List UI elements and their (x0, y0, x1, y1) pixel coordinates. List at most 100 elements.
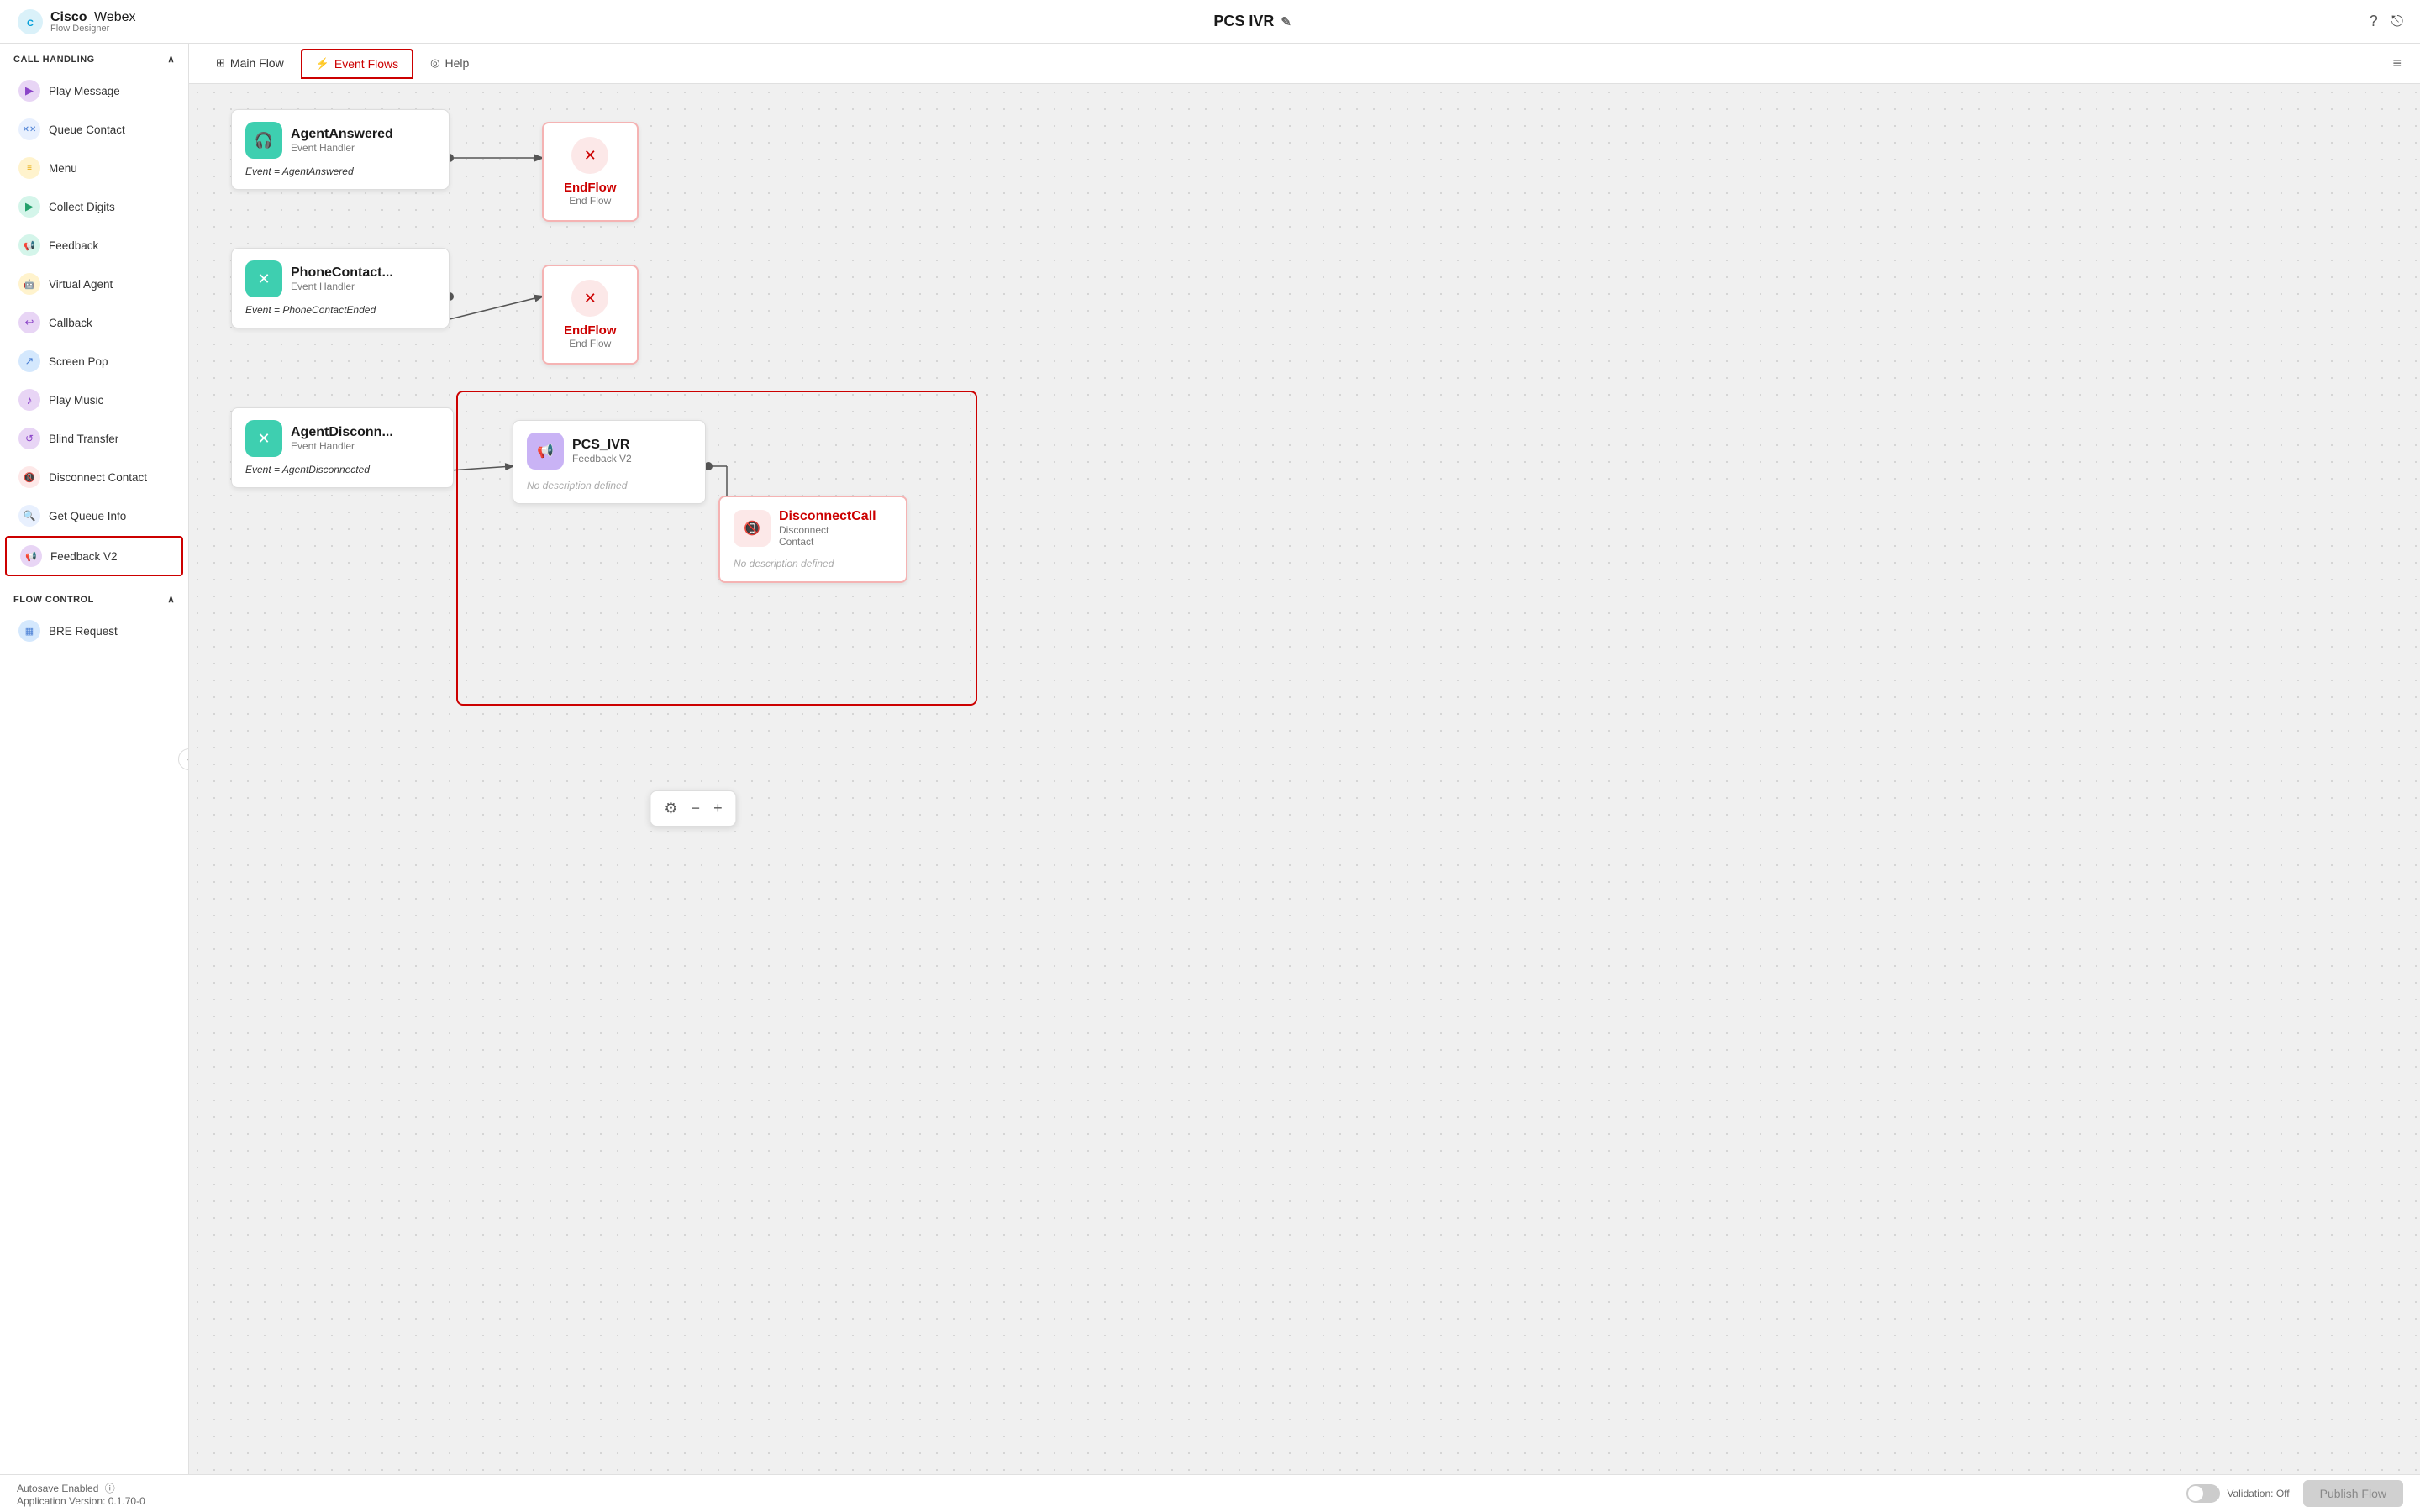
agent-answered-node[interactable]: 🎧 AgentAnswered Event Handler Event = Ag… (231, 109, 450, 190)
sidebar-item-label: Feedback (49, 239, 98, 252)
queue-contact-icon: ✕✕ (18, 118, 40, 140)
agent-answered-event: Event = AgentAnswered (232, 165, 449, 189)
sidebar-item-blind-transfer[interactable]: ↺ Blind Transfer (5, 420, 183, 457)
sidebar-item-feedback[interactable]: 📢 Feedback (5, 227, 183, 264)
agent-disconnected-event: Event = AgentDisconnected (232, 464, 453, 487)
help-tab-label: Help (445, 56, 469, 70)
canvas-zoom-out-button[interactable]: − (687, 796, 706, 821)
logo: C Cisco Webex Flow Designer (17, 8, 136, 35)
agent-disconnected-title: AgentDisconn... (291, 425, 393, 440)
help-button[interactable]: ? (2370, 13, 2378, 30)
flow-title-text: PCS IVR (1213, 13, 1274, 30)
phone-contact-node-icon: ✕ (245, 260, 282, 297)
agent-answered-node-icon: 🎧 (245, 122, 282, 159)
sidebar-item-label: Collect Digits (49, 201, 115, 213)
callback-icon: ↩ (18, 312, 40, 333)
edit-icon[interactable]: ✎ (1281, 14, 1292, 29)
sidebar-item-virtual-agent[interactable]: 🤖 Virtual Agent (5, 265, 183, 302)
svg-text:C: C (27, 18, 34, 29)
logo-cisco-text: Cisco (50, 10, 87, 24)
pcs-ivr-subtitle: Feedback V2 (572, 453, 632, 465)
content-area: ⊞ Main Flow ⚡ Event Flows ◎ Help ≡ (189, 44, 2420, 1474)
disconnect-contact-icon: 📵 (18, 466, 40, 488)
sidebar-item-label: Blind Transfer (49, 433, 118, 445)
collapse-sidebar-button[interactable]: ‹ (178, 748, 189, 770)
phone-contact-node[interactable]: ✕ PhoneContact... Event Handler Event = … (231, 248, 450, 328)
end-flow-2-node[interactable]: ✕ EndFlow End Flow (542, 265, 639, 365)
virtual-agent-icon: 🤖 (18, 273, 40, 295)
sidebar-item-collect-digits[interactable]: ▶ Collect Digits (5, 188, 183, 225)
sidebar-item-get-queue-info[interactable]: 🔍 Get Queue Info (5, 497, 183, 534)
sidebar-item-play-message[interactable]: ▶ Play Message (5, 72, 183, 109)
sidebar-item-callback[interactable]: ↩ Callback (5, 304, 183, 341)
sidebar-item-play-music[interactable]: ♪ Play Music (5, 381, 183, 418)
header-actions: ? ⎋ (2370, 13, 2403, 30)
sidebar-item-menu[interactable]: ≡ Menu (5, 150, 183, 186)
sidebar-item-bre-request[interactable]: ▦ BRE Request (5, 612, 183, 649)
call-handling-header[interactable]: CALL HANDLING ∧ (0, 44, 188, 71)
sidebar-item-queue-contact[interactable]: ✕✕ Queue Contact (5, 111, 183, 148)
sidebar-item-label: Virtual Agent (49, 278, 113, 291)
cisco-logo-icon: C (17, 8, 44, 35)
end-flow-2-subtitle: End Flow (564, 338, 617, 349)
end-flow-1-icon: ✕ (571, 137, 608, 174)
call-handling-label: CALL HANDLING (13, 55, 95, 65)
agent-answered-subtitle: Event Handler (291, 142, 393, 154)
main-flow-tab-label: Main Flow (230, 56, 284, 70)
tab-help[interactable]: ◎ Help (417, 50, 482, 78)
app-version: Application Version: 0.1.70-0 (17, 1495, 145, 1507)
autosave-status: Autosave Enabled ⓘ (17, 1481, 145, 1495)
play-message-icon: ▶ (18, 80, 40, 102)
sidebar-item-label: Get Queue Info (49, 510, 126, 522)
agent-disconnected-node[interactable]: ✕ AgentDisconn... Event Handler Event = … (231, 407, 454, 488)
help-tab-icon: ◎ (430, 56, 439, 70)
flow-control-label: FLOW CONTROL (13, 595, 94, 605)
autosave-text: Autosave Enabled (17, 1483, 98, 1494)
menu-icon: ≡ (18, 157, 40, 179)
feedback-icon: 📢 (18, 234, 40, 256)
event-flows-tab-label: Event Flows (334, 57, 398, 71)
pcs-ivr-node[interactable]: 📢 PCS_IVR Feedback V2 No description def… (513, 420, 706, 504)
tab-main-flow[interactable]: ⊞ Main Flow (203, 50, 297, 78)
publish-flow-button[interactable]: Publish Flow (2303, 1480, 2403, 1507)
canvas[interactable]: 🎧 AgentAnswered Event Handler Event = Ag… (189, 84, 2420, 1474)
sidebar-item-label: Feedback V2 (50, 550, 118, 563)
validation-toggle-switch[interactable] (2186, 1484, 2220, 1503)
end-flow-1-node[interactable]: ✕ EndFlow End Flow (542, 122, 639, 222)
validation-toggle[interactable]: Validation: Off (2186, 1484, 2289, 1503)
sidebar-item-label: Queue Contact (49, 123, 125, 136)
sidebar-item-disconnect-contact[interactable]: 📵 Disconnect Contact (5, 459, 183, 496)
sidebar-item-label: Play Music (49, 394, 103, 407)
canvas-settings-button[interactable]: ⚙ (659, 796, 682, 821)
sidebar-item-feedback-v2[interactable]: 📢 Feedback V2 (5, 536, 183, 576)
tabs-bar: ⊞ Main Flow ⚡ Event Flows ◎ Help ≡ (189, 44, 2420, 84)
logout-button[interactable]: ⎋ (2391, 13, 2403, 30)
hamburger-button[interactable]: ≡ (2387, 50, 2407, 77)
logout-icon: ⎋ (2391, 13, 2403, 29)
disconnect-call-node[interactable]: 📵 DisconnectCall DisconnectContact No de… (718, 496, 908, 583)
pcs-ivr-desc: No description defined (513, 476, 705, 503)
sidebar-item-screen-pop[interactable]: ↗ Screen Pop (5, 343, 183, 380)
end-flow-2-title: EndFlow (564, 323, 617, 338)
sidebar-item-label: Callback (49, 317, 92, 329)
phone-contact-title: PhoneContact... (291, 265, 393, 281)
main-flow-tab-icon: ⊞ (216, 56, 225, 70)
validation-label: Validation: Off (2227, 1488, 2289, 1499)
blind-transfer-icon: ↺ (18, 428, 40, 449)
tab-event-flows[interactable]: ⚡ Event Flows (301, 49, 413, 79)
status-right: Validation: Off Publish Flow (2186, 1480, 2403, 1507)
play-music-icon: ♪ (18, 389, 40, 411)
canvas-inner: 🎧 AgentAnswered Event Handler Event = Ag… (189, 84, 1197, 840)
status-left: Autosave Enabled ⓘ Application Version: … (17, 1481, 145, 1507)
canvas-zoom-in-button[interactable]: + (708, 796, 728, 821)
end-flow-1-title: EndFlow (564, 181, 617, 195)
bre-request-icon: ▦ (18, 620, 40, 642)
end-flow-1-subtitle: End Flow (564, 195, 617, 207)
flow-title: PCS IVR ✎ (1213, 13, 1292, 30)
pcs-ivr-node-icon: 📢 (527, 433, 564, 470)
canvas-toolbar: ⚙ − + (650, 790, 736, 827)
disconnect-call-title: DisconnectCall (779, 509, 876, 524)
help-icon: ? (2370, 13, 2378, 29)
sidebar-item-label: Disconnect Contact (49, 471, 147, 484)
flow-control-header[interactable]: FLOW CONTROL ∧ (0, 584, 188, 612)
